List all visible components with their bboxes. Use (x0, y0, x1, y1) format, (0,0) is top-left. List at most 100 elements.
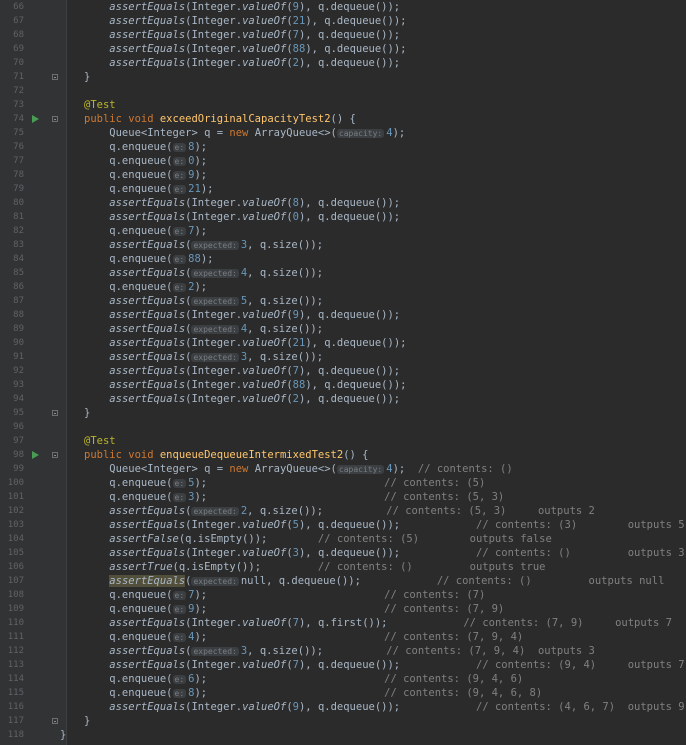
code-line[interactable]: 117} (0, 714, 686, 728)
code-line[interactable]: 91 assertEquals(expected: 3, q.size()); (0, 350, 686, 364)
code-line[interactable]: 73 @Test (0, 98, 686, 112)
code-token: assertEquals (109, 645, 186, 657)
code-token: , q.size()); (247, 295, 324, 307)
code-line[interactable]: 69 assertEquals(Integer.valueOf(88), q.d… (0, 42, 686, 56)
parameter-hint: e: (172, 171, 187, 180)
code-line[interactable]: 90 assertEquals(Integer.valueOf(21), q.d… (0, 336, 686, 350)
fold-icon[interactable] (52, 718, 58, 724)
code-token: 21 (292, 337, 306, 349)
line-number: 99 (13, 464, 24, 474)
parameter-hint: capacity: (336, 465, 385, 474)
code-line[interactable]: 66 assertEquals(Integer.valueOf(9), q.de… (0, 0, 686, 14)
code-line[interactable]: 88 assertEquals(Integer.valueOf(9), q.de… (0, 308, 686, 322)
code-text: assertEquals(expected: 4, q.size()); (84, 266, 323, 281)
code-token: @Test (84, 99, 116, 111)
code-line[interactable]: 93 assertEquals(Integer.valueOf(88), q.d… (0, 378, 686, 392)
line-number: 103 (7, 520, 24, 530)
code-line[interactable]: 95} (0, 406, 686, 420)
line-number: 105 (7, 548, 24, 558)
code-text: assertEquals(expected: null, q.dequeue())… (84, 574, 664, 589)
code-editor[interactable]: 66 assertEquals(Integer.valueOf(9), q.de… (0, 0, 686, 745)
code-text: q.enqueue(e: 7); (84, 224, 207, 239)
code-line[interactable]: 101 q.enqueue(e: 3); // contents: (5, 3) (0, 490, 686, 504)
code-line[interactable]: 97 @Test (0, 434, 686, 448)
code-line[interactable]: 107 assertEquals(expected: null, q.dequeu… (0, 574, 686, 588)
code-line[interactable]: 100 q.enqueue(e: 5); // contents: (5) (0, 476, 686, 490)
fold-icon[interactable] (52, 74, 58, 80)
code-line[interactable]: 89 assertEquals(expected: 4, q.size()); (0, 322, 686, 336)
code-line[interactable]: 116 assertEquals(Integer.valueOf(9), q.d… (0, 700, 686, 714)
code-token: assertEquals (109, 57, 186, 69)
code-line[interactable]: 105 assertEquals(Integer.valueOf(3), q.d… (0, 546, 686, 560)
code-line[interactable]: 111 q.enqueue(e: 4); // contents: (7, 9, … (0, 630, 686, 644)
code-line[interactable]: 113 assertEquals(Integer.valueOf(7), q.d… (0, 658, 686, 672)
code-line[interactable]: 109 q.enqueue(e: 9); // contents: (7, 9) (0, 602, 686, 616)
code-line[interactable]: 78 q.enqueue(e: 9); (0, 168, 686, 182)
parameter-hint: e: (172, 591, 187, 600)
code-line[interactable]: 83 assertEquals(expected: 3, q.size()); (0, 238, 686, 252)
code-line[interactable]: 114 q.enqueue(e: 6); // contents: (9, 4, … (0, 672, 686, 686)
code-line[interactable]: 76 q.enqueue(e: 8); (0, 140, 686, 154)
code-token: q.enqueue( (84, 281, 173, 293)
run-test-icon[interactable] (32, 115, 39, 123)
code-line[interactable]: 96 (0, 420, 686, 434)
code-token: } (84, 71, 91, 83)
code-line[interactable]: 104 assertFalse(q.isEmpty()); // content… (0, 532, 686, 546)
code-line[interactable]: 92 assertEquals(Integer.valueOf(7), q.de… (0, 364, 686, 378)
code-token: (Integer. (185, 197, 243, 209)
code-line[interactable]: 74 public void exceedOriginalCapacityTest… (0, 112, 686, 126)
code-line[interactable]: 108 q.enqueue(e: 7); // contents: (7) (0, 588, 686, 602)
code-line[interactable]: 72 (0, 84, 686, 98)
code-line[interactable]: 67 assertEquals(Integer.valueOf(21), q.d… (0, 14, 686, 28)
code-token: (Integer. (185, 309, 243, 321)
code-line[interactable]: 106 assertTrue(q.isEmpty()); // contents… (0, 560, 686, 574)
code-comment: // contents: (9, 4) outputs 7 (476, 659, 685, 671)
fold-icon[interactable] (52, 116, 58, 122)
code-line[interactable]: 70 assertEquals(Integer.valueOf(2), q.de… (0, 56, 686, 70)
fold-icon[interactable] (52, 410, 58, 416)
code-token: q.enqueue( (84, 169, 173, 181)
code-line[interactable]: 75 Queue<Integer> q = new ArrayQueue<>(c… (0, 126, 686, 140)
code-line[interactable]: 94 assertEquals(Integer.valueOf(2), q.de… (0, 392, 686, 406)
code-comment: // contents: (5, 3) (384, 491, 505, 503)
fold-icon[interactable] (52, 452, 58, 458)
code-token: ), q.dequeue()); (305, 43, 407, 55)
code-comment: // contents: (7) (384, 589, 486, 601)
code-line[interactable]: 86 q.enqueue(e: 2); (0, 280, 686, 294)
code-line[interactable]: 84 q.enqueue(e: 88); (0, 252, 686, 266)
code-text: q.enqueue(e: 0); (84, 154, 207, 169)
code-line[interactable]: 103 assertEquals(Integer.valueOf(5), q.d… (0, 518, 686, 532)
code-token: assertEquals (109, 239, 186, 251)
code-line[interactable]: 112 assertEquals(expected: 3, q.size()); … (0, 644, 686, 658)
code-line[interactable]: 71} (0, 70, 686, 84)
code-token: ), q.dequeue()); (305, 379, 407, 391)
code-line[interactable]: 68 assertEquals(Integer.valueOf(7), q.de… (0, 28, 686, 42)
code-line[interactable]: 102 assertEquals(expected: 2, q.size()); … (0, 504, 686, 518)
code-line[interactable]: 110 assertEquals(Integer.valueOf(7), q.f… (0, 616, 686, 630)
code-token: ); (194, 687, 385, 699)
line-number: 67 (13, 16, 24, 26)
parameter-hint: expected: (191, 647, 239, 656)
code-line[interactable]: 79 q.enqueue(e: 21); (0, 182, 686, 196)
code-line[interactable]: 80 assertEquals(Integer.valueOf(8), q.de… (0, 196, 686, 210)
code-line[interactable]: 82 q.enqueue(e: 7); (0, 224, 686, 238)
line-number: 78 (13, 170, 24, 180)
parameter-hint: e: (172, 689, 187, 698)
code-line[interactable]: 87 assertEquals(expected: 5, q.size()); (0, 294, 686, 308)
code-comment: // contents: (7, 9) (384, 603, 505, 615)
code-text: assertEquals(Integer.valueOf(9), q.deque… (84, 700, 684, 714)
code-line[interactable]: 98 public void enqueueDequeueIntermixedTe… (0, 448, 686, 462)
run-test-icon[interactable] (32, 451, 39, 459)
code-line[interactable]: 118} (0, 728, 686, 742)
code-token: (q.isEmpty()); (172, 561, 318, 573)
code-line[interactable]: 77 q.enqueue(e: 0); (0, 154, 686, 168)
line-number: 66 (13, 2, 24, 12)
code-line[interactable]: 99 Queue<Integer> q = new ArrayQueue<>(c… (0, 462, 686, 476)
code-line[interactable]: 85 assertEquals(expected: 4, q.size()); (0, 266, 686, 280)
code-line[interactable]: 81 assertEquals(Integer.valueOf(0), q.de… (0, 210, 686, 224)
code-line[interactable]: 115 q.enqueue(e: 8); // contents: (9, 4, … (0, 686, 686, 700)
